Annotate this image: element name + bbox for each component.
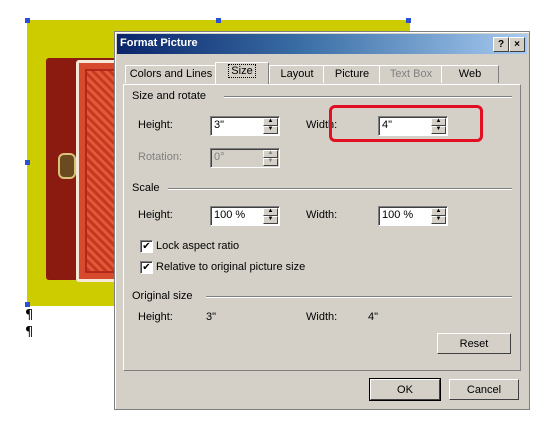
height-value: 3" <box>214 119 225 131</box>
tab-colors-and-lines[interactable]: Colors and Lines <box>125 65 217 83</box>
resize-handle-sw[interactable] <box>25 302 30 307</box>
height-spinner[interactable]: 3" ▲ ▼ <box>210 116 280 136</box>
relative-size-checkbox[interactable]: ✔ <box>140 261 153 274</box>
scale-width-spinner[interactable]: 100 % ▲ ▼ <box>378 206 448 226</box>
group-divider <box>168 188 512 190</box>
paragraph-mark: ¶ <box>25 308 34 323</box>
spin-down-icon[interactable]: ▼ <box>263 126 278 134</box>
resize-handle-w[interactable] <box>25 160 30 165</box>
tab-web[interactable]: Web <box>441 65 499 83</box>
original-size-heading: Original size <box>132 290 193 302</box>
spin-up-icon[interactable]: ▲ <box>431 208 446 216</box>
lock-aspect-checkbox[interactable]: ✔ <box>140 240 153 253</box>
help-button[interactable]: ? <box>493 37 509 52</box>
checkmark-icon: ✔ <box>142 262 151 273</box>
paragraph-mark: ¶ <box>25 325 34 340</box>
original-width-value: 4" <box>368 311 379 323</box>
rotation-spinner: 0° ▲ ▼ <box>210 148 280 168</box>
highlight-annotation <box>329 105 483 142</box>
dialog-titlebar[interactable]: Format Picture ? × <box>117 34 527 54</box>
rotation-value: 0° <box>214 151 225 163</box>
tab-layout[interactable]: Layout <box>269 65 325 83</box>
cancel-button[interactable]: Cancel <box>449 379 519 400</box>
group-divider <box>206 296 512 298</box>
scale-height-value: 100 % <box>214 209 246 221</box>
spin-up-icon[interactable]: ▲ <box>263 208 278 216</box>
checkmark-icon: ✔ <box>142 241 151 252</box>
spin-down-icon[interactable]: ▼ <box>431 216 446 224</box>
relative-size-label[interactable]: Relative to original picture size <box>156 261 305 273</box>
ok-button[interactable]: OK <box>369 378 441 401</box>
spin-up-icon[interactable]: ▲ <box>263 118 278 126</box>
lock-aspect-label[interactable]: Lock aspect ratio <box>156 240 239 252</box>
resize-handle-n[interactable] <box>216 18 221 23</box>
spin-down-icon: ▼ <box>263 158 278 166</box>
scale-width-label: Width: <box>306 209 338 221</box>
original-height-value: 3" <box>206 311 217 323</box>
scale-width-value: 100 % <box>382 209 414 221</box>
resize-handle-nw[interactable] <box>25 18 30 23</box>
scale-height-label: Height: <box>138 209 173 221</box>
dialog-title: Format Picture <box>120 37 198 49</box>
card-knob-image <box>58 153 76 179</box>
format-picture-dialog: Format Picture ? × Colors and Lines Size… <box>114 31 530 410</box>
scale-height-spinner[interactable]: 100 % ▲ ▼ <box>210 206 280 226</box>
original-height-label: Height: <box>138 311 173 323</box>
height-label: Height: <box>138 119 173 131</box>
rotation-label: Rotation: <box>138 151 183 163</box>
original-width-label: Width: <box>306 311 338 323</box>
spin-down-icon[interactable]: ▼ <box>263 216 278 224</box>
resize-handle-ne[interactable] <box>406 18 411 23</box>
reset-button[interactable]: Reset <box>437 333 511 354</box>
tab-picture[interactable]: Picture <box>323 65 381 83</box>
tab-size[interactable]: Size <box>215 62 269 84</box>
spin-up-icon: ▲ <box>263 150 278 158</box>
size-and-rotate-heading: Size and rotate <box>132 90 206 102</box>
tab-text-box: Text Box <box>379 65 443 83</box>
group-divider <box>224 96 512 98</box>
close-button[interactable]: × <box>509 37 525 52</box>
scale-heading: Scale <box>132 182 160 194</box>
